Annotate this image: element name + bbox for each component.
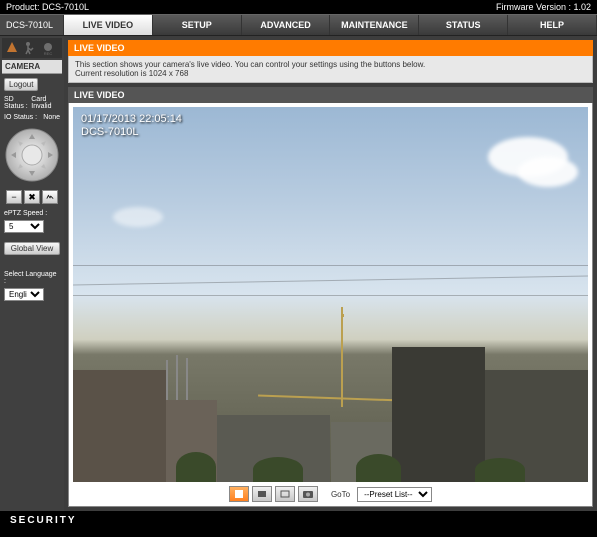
goto-label: GoTo [331, 490, 350, 499]
nav-tabs: LIVE VIDEO SETUP ADVANCED MAINTENANCE ST… [64, 15, 597, 35]
zoom-out-button[interactable]: − [6, 190, 22, 204]
preset-select[interactable]: --Preset List-- [357, 487, 432, 502]
sidebar: REC CAMERA Logout SD Status :Card Invali… [0, 36, 64, 511]
firmware-label: Firmware Version : 1.02 [496, 2, 591, 12]
motion-icon[interactable] [22, 40, 38, 56]
ptz-speed-label: ePTZ Speed : [2, 208, 62, 217]
language-select[interactable]: English [4, 288, 44, 301]
footer-brand: SECURITY [0, 511, 597, 530]
tab-maintenance[interactable]: MAINTENANCE [330, 15, 419, 35]
page-description: This section shows your camera's live vi… [68, 56, 593, 83]
video-feed: 01/17/2013 22:05:14 DCS-7010L [73, 107, 588, 482]
snapshot-button[interactable] [298, 486, 318, 502]
camera-header: CAMERA [2, 60, 62, 74]
tab-setup[interactable]: SETUP [153, 15, 242, 35]
io-status-label: IO Status : [4, 114, 37, 121]
mode-icons: REC [2, 38, 62, 58]
ptz-speed-select[interactable]: 5 [4, 220, 44, 233]
content-area: LIVE VIDEO This section shows your camer… [64, 36, 597, 511]
tab-live-video[interactable]: LIVE VIDEO [64, 15, 153, 35]
tab-advanced[interactable]: ADVANCED [242, 15, 331, 35]
profile1-button[interactable] [229, 486, 249, 502]
global-view-button[interactable]: Global View [4, 242, 60, 255]
tab-status[interactable]: STATUS [419, 15, 508, 35]
device-name: DCS-7010L [0, 15, 64, 35]
profile3-button[interactable] [275, 486, 295, 502]
product-label: Product: DCS-7010L [6, 2, 89, 12]
logout-button[interactable]: Logout [4, 78, 38, 91]
home-button[interactable]: ✖ [24, 190, 40, 204]
sd-status-value: Card Invalid [31, 96, 60, 110]
alarm-icon[interactable] [4, 40, 20, 56]
page-title: LIVE VIDEO [68, 40, 593, 56]
language-label: Select Language : [2, 269, 62, 285]
io-status-value: None [43, 114, 60, 121]
osd-timestamp: 01/17/2013 22:05:14 [81, 113, 182, 126]
video-controls: GoTo --Preset List-- [73, 482, 588, 502]
osd-device: DCS-7010L [81, 126, 182, 139]
section-title: LIVE VIDEO [68, 87, 593, 103]
sd-status-label: SD Status : [4, 96, 31, 110]
zoom-in-button[interactable] [42, 190, 58, 204]
profile2-button[interactable] [252, 486, 272, 502]
ptz-control[interactable] [5, 128, 59, 182]
record-icon[interactable]: REC [40, 40, 56, 56]
svg-text:REC: REC [44, 51, 53, 56]
tab-help[interactable]: HELP [508, 15, 597, 35]
